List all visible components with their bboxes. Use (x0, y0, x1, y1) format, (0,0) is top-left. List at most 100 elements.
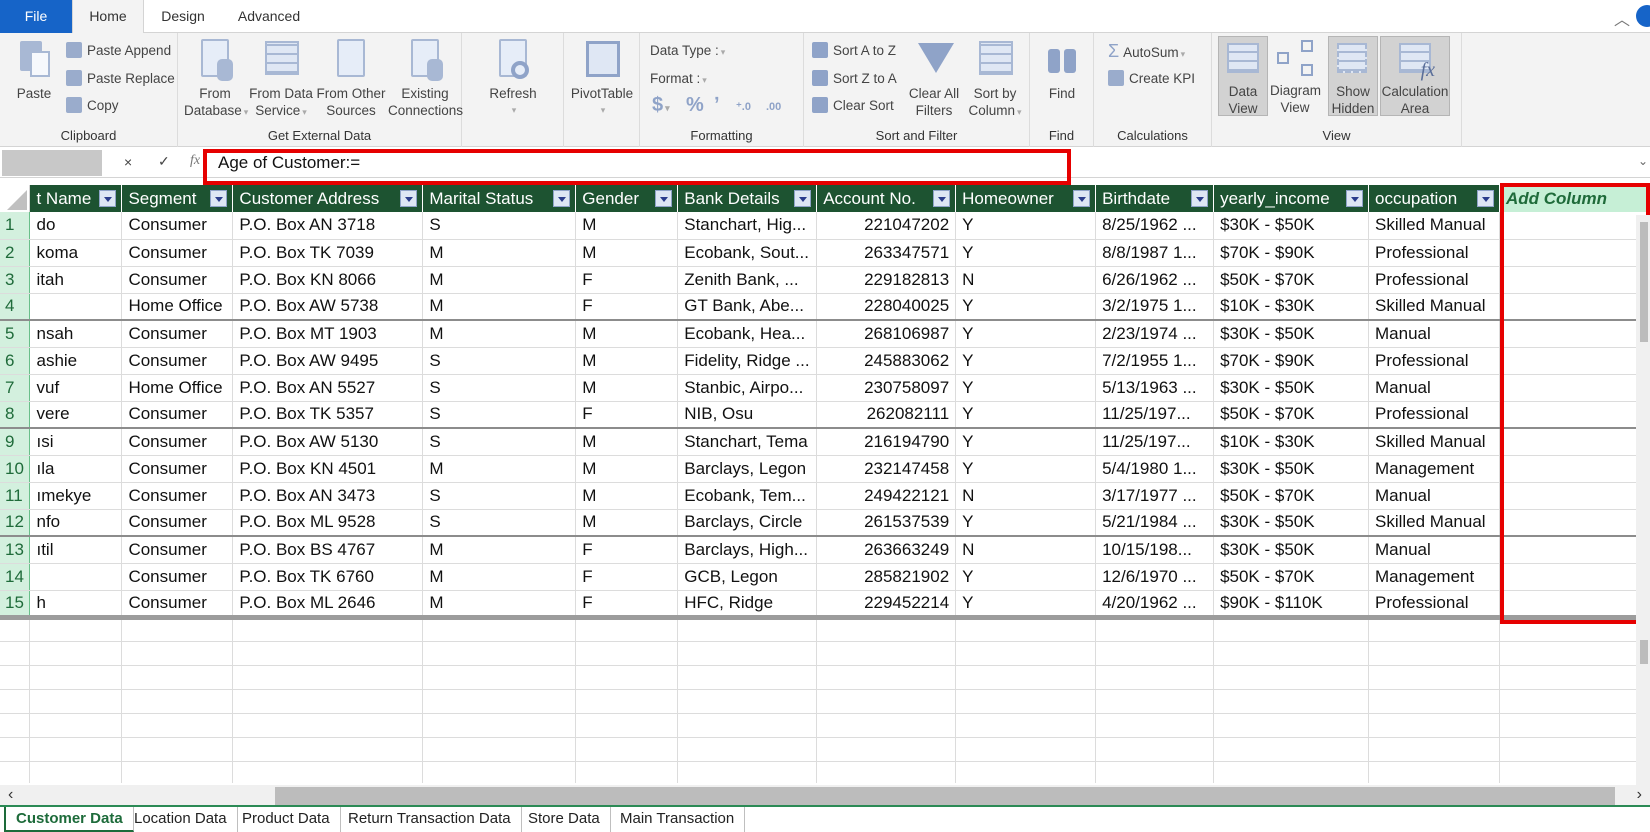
show-hidden-button[interactable]: Show Hidden (1328, 36, 1378, 116)
empty-cell[interactable] (422, 641, 577, 666)
empty-cell[interactable] (1213, 641, 1369, 666)
column-header[interactable]: occupation (1368, 185, 1500, 212)
table-cell[interactable]: 228040025 (816, 293, 957, 321)
table-cell[interactable]: Ecobank, Hea... (677, 320, 818, 348)
filter-dropdown-icon[interactable] (400, 190, 418, 207)
empty-cell[interactable] (232, 689, 424, 714)
filter-dropdown-icon[interactable] (210, 190, 228, 207)
table-cell[interactable]: ıtil (29, 536, 123, 564)
table-cell[interactable]: $10K - $30K (1213, 428, 1369, 456)
table-cell[interactable]: Consumer (121, 401, 234, 429)
empty-cell[interactable] (816, 617, 957, 642)
empty-cell[interactable] (677, 689, 818, 714)
formula-input[interactable] (206, 150, 1646, 176)
table-cell[interactable]: P.O. Box TK 5357 (232, 401, 424, 429)
empty-cell[interactable] (1368, 713, 1500, 738)
table-cell[interactable]: Consumer (121, 509, 234, 537)
sheet-tab[interactable]: Location Data (124, 807, 238, 832)
table-cell[interactable]: Skilled Manual (1368, 428, 1500, 456)
table-cell[interactable]: do (29, 212, 123, 240)
empty-cell[interactable] (29, 617, 123, 642)
table-cell[interactable]: Y (955, 293, 1097, 321)
empty-cell[interactable] (29, 689, 123, 714)
table-cell[interactable]: N (955, 536, 1097, 564)
table-cell[interactable]: P.O. Box KN 4501 (232, 455, 424, 483)
table-cell[interactable]: Consumer (121, 347, 234, 375)
comma-format-button[interactable]: ʼ (714, 95, 720, 115)
empty-cell[interactable] (1499, 761, 1650, 783)
table-cell[interactable]: Y (955, 212, 1097, 240)
table-cell[interactable]: M (422, 239, 577, 267)
table-cell[interactable]: Fidelity, Ridge ... (677, 347, 818, 375)
table-cell[interactable]: M (575, 320, 679, 348)
add-column-cell[interactable] (1499, 374, 1650, 402)
empty-cell[interactable] (677, 761, 818, 783)
table-cell[interactable]: 262082111 (816, 401, 957, 429)
empty-cell[interactable] (1095, 689, 1215, 714)
row-header[interactable]: 9 (0, 428, 31, 456)
empty-cell[interactable] (121, 689, 234, 714)
empty-cell[interactable] (575, 737, 679, 762)
paste-button[interactable]: Paste (10, 39, 58, 102)
table-cell[interactable]: Zenith Bank, ... (677, 266, 818, 294)
add-column-cell[interactable] (1499, 509, 1650, 537)
table-cell[interactable]: nfo (29, 509, 123, 537)
table-cell[interactable]: Manual (1368, 482, 1500, 510)
empty-cell[interactable] (121, 665, 234, 690)
empty-cell[interactable] (1499, 689, 1650, 714)
add-column-cell[interactable] (1499, 536, 1650, 564)
table-cell[interactable]: Barclays, High... (677, 536, 818, 564)
table-cell[interactable]: Skilled Manual (1368, 509, 1500, 537)
table-cell[interactable]: M (575, 374, 679, 402)
table-cell[interactable]: P.O. Box TK 7039 (232, 239, 424, 267)
table-cell[interactable]: Professional (1368, 590, 1500, 620)
decrease-decimal-icon[interactable]: .00 (766, 97, 781, 117)
table-cell[interactable]: $30K - $50K (1213, 374, 1369, 402)
table-cell[interactable]: M (575, 509, 679, 537)
empty-cell[interactable] (29, 713, 123, 738)
empty-cell[interactable] (1095, 761, 1215, 783)
from-data-service-button[interactable]: From Data Service ▾ (248, 39, 314, 121)
table-cell[interactable]: Manual (1368, 320, 1500, 348)
sort-by-column-button[interactable]: Sort by Column ▾ (964, 39, 1026, 121)
empty-cell[interactable] (1499, 713, 1650, 738)
table-cell[interactable]: Y (955, 428, 1097, 456)
sort-a-to-z-button[interactable]: Sort A to Z (812, 41, 896, 61)
table-cell[interactable]: Management (1368, 455, 1500, 483)
data-view-button[interactable]: Data View (1218, 36, 1268, 116)
diagram-view-button[interactable]: Diagram View (1270, 36, 1321, 116)
empty-cell[interactable] (1368, 665, 1500, 690)
table-cell[interactable] (29, 563, 123, 591)
empty-cell[interactable] (121, 617, 234, 642)
empty-cell[interactable] (1213, 689, 1369, 714)
table-cell[interactable]: 6/26/1962 ... (1095, 266, 1215, 294)
empty-cell[interactable] (955, 737, 1097, 762)
add-column-cell[interactable] (1499, 239, 1650, 267)
row-header[interactable]: 10 (0, 455, 31, 483)
table-cell[interactable]: $70K - $90K (1213, 347, 1369, 375)
table-cell[interactable]: 221047202 (816, 212, 957, 240)
empty-cell[interactable] (232, 737, 424, 762)
table-cell[interactable]: 10/15/198... (1095, 536, 1215, 564)
table-cell[interactable]: ımekye (29, 482, 123, 510)
table-cell[interactable]: F (575, 293, 679, 321)
filter-dropdown-icon[interactable] (1476, 190, 1494, 207)
table-cell[interactable]: $50K - $70K (1213, 563, 1369, 591)
table-cell[interactable]: M (575, 455, 679, 483)
table-cell[interactable]: 232147458 (816, 455, 957, 483)
empty-cell[interactable] (232, 761, 424, 783)
table-cell[interactable]: Professional (1368, 401, 1500, 429)
table-cell[interactable]: HFC, Ridge (677, 590, 818, 620)
table-cell[interactable]: Consumer (121, 482, 234, 510)
table-cell[interactable]: 11/25/197... (1095, 401, 1215, 429)
empty-cell[interactable] (1213, 665, 1369, 690)
empty-cell[interactable] (1499, 617, 1650, 642)
table-cell[interactable]: S (422, 347, 577, 375)
row-header[interactable]: 1 (0, 212, 31, 240)
table-cell[interactable]: 8/8/1987 1... (1095, 239, 1215, 267)
sheet-tab[interactable]: Store Data (518, 807, 611, 832)
empty-cell[interactable] (575, 641, 679, 666)
table-cell[interactable]: M (422, 536, 577, 564)
paste-replace-button[interactable]: Paste Replace (66, 69, 175, 89)
table-cell[interactable]: $30K - $50K (1213, 320, 1369, 348)
